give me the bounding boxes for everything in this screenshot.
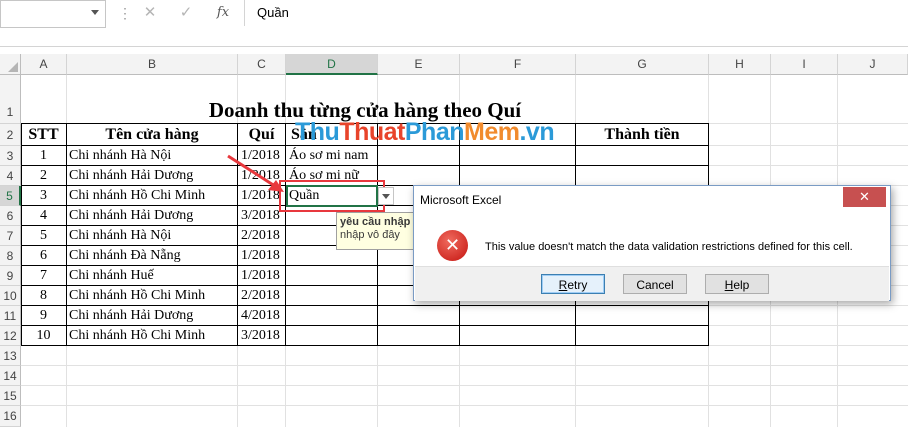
watermark-part: Thu: [295, 118, 340, 146]
dialog-body: ✕ This value doesn't match the data vali…: [415, 216, 889, 266]
cell-stt: 4: [40, 208, 47, 223]
header-total: Thành tiền: [604, 126, 680, 143]
watermark-logo: ThuThuatPhanMem.vn: [295, 118, 555, 147]
row-header-14[interactable]: 14: [0, 366, 21, 386]
cell-store: Chi nhánh Hải Dương: [69, 168, 194, 183]
column-header-i[interactable]: I: [771, 54, 838, 75]
watermark-part: Mem: [464, 118, 520, 146]
highlight-box: [279, 180, 385, 212]
name-box[interactable]: [0, 0, 106, 28]
formula-input[interactable]: Quần: [244, 0, 908, 26]
dropdown-arrow-icon[interactable]: [378, 187, 394, 205]
cell-quarter: 3/2018: [241, 328, 280, 343]
input-message-tooltip: yêu cầu nhập nhập vô đây: [336, 212, 416, 250]
cell-stt: 1: [40, 148, 47, 163]
cell-store: Chi nhánh Hải Dương: [69, 208, 194, 223]
row-header-11[interactable]: 11: [0, 306, 21, 326]
row-header-9[interactable]: 9: [0, 266, 21, 286]
cell-stt: 8: [40, 288, 47, 303]
row-header-7[interactable]: 7: [0, 226, 21, 246]
confirm-entry-icon[interactable]: ✓: [174, 4, 198, 22]
cell-store: Chi nhánh Hà Nội: [69, 148, 172, 163]
cancel-entry-icon[interactable]: ✕: [138, 4, 162, 22]
error-icon: ✕: [437, 230, 468, 261]
insert-function-icon[interactable]: fx: [211, 4, 235, 22]
cell-stt: 2: [40, 168, 47, 183]
formula-bar: ⋮ ✕ ✓ fx Quần: [0, 0, 908, 47]
row-header-5[interactable]: 5: [0, 186, 21, 206]
row-header-16[interactable]: 16: [0, 406, 21, 427]
cancel-button[interactable]: Cancel: [623, 274, 687, 294]
dialog-title: Microsoft Excel: [420, 193, 502, 207]
column-header-b[interactable]: B: [67, 54, 238, 75]
column-header-j[interactable]: J: [838, 54, 908, 75]
cell-quarter: 1/2018: [241, 268, 280, 283]
cell-store: Chi nhánh Hải Dương: [69, 308, 194, 323]
cell-store: Chi nhánh Huế: [69, 268, 154, 283]
cell-store: Chi nhánh Đà Nẵng: [69, 248, 181, 263]
chevron-down-icon[interactable]: [91, 10, 99, 15]
watermark-part: Phan: [404, 118, 465, 146]
cell-quarter: 3/2018: [241, 208, 280, 223]
close-icon[interactable]: ✕: [843, 187, 886, 207]
row-header-2[interactable]: 2: [0, 124, 21, 146]
help-label: elp: [733, 278, 750, 292]
column-header-d[interactable]: D: [286, 54, 378, 75]
more-options-icon[interactable]: ⋮: [118, 6, 132, 22]
header-stt: STT: [28, 126, 59, 143]
cell-stt: 6: [40, 248, 47, 263]
header-store-name: Tên cửa hàng: [105, 126, 199, 143]
tooltip-title: yêu cầu nhập: [340, 216, 411, 228]
column-header-e[interactable]: E: [378, 54, 460, 75]
cell-product: Áo sơ mi nam: [289, 148, 369, 163]
column-header-c[interactable]: C: [238, 54, 286, 75]
row-header-13[interactable]: 13: [0, 346, 21, 366]
dialog-message: This value doesn't match the data valida…: [485, 241, 853, 253]
cell-quarter: 1/2018: [241, 248, 280, 263]
error-dialog: Microsoft Excel ✕ ✕ This value doesn't m…: [413, 185, 891, 301]
column-header-a[interactable]: A: [21, 54, 67, 75]
cell-stt: 7: [40, 268, 47, 283]
row-header-6[interactable]: 6: [0, 206, 21, 226]
cell-quarter: 2/2018: [241, 288, 280, 303]
column-header-f[interactable]: F: [460, 54, 576, 75]
select-all-button[interactable]: [0, 54, 21, 75]
cell-stt: 5: [40, 228, 47, 243]
cell-store: Chi nhánh Hồ Chi Minh: [69, 288, 206, 303]
column-header-h[interactable]: H: [709, 54, 771, 75]
cell-stt: 3: [40, 188, 47, 203]
retry-label: etry: [567, 278, 588, 292]
row-header-15[interactable]: 15: [0, 386, 21, 406]
select-all-triangle-icon: [8, 62, 18, 72]
cell-store: Chi nhánh Hồ Chi Minh: [69, 328, 206, 343]
row-header-1[interactable]: 1: [0, 75, 21, 124]
header-quarter: Quí: [248, 126, 275, 143]
cell-store: Chi nhánh Hồ Chi Minh: [69, 188, 206, 203]
row-header-12[interactable]: 12: [0, 326, 21, 346]
cell-stt: 10: [36, 328, 51, 343]
cell-stt: 9: [40, 308, 47, 323]
row-header-4[interactable]: 4: [0, 166, 21, 186]
cell-quarter: 4/2018: [241, 308, 280, 323]
tooltip-body: nhập vô đây: [340, 229, 400, 241]
row-header-8[interactable]: 8: [0, 246, 21, 266]
watermark-part: .vn: [519, 118, 555, 146]
cell-store: Chi nhánh Hà Nội: [69, 228, 172, 243]
watermark-part: Thuat: [339, 118, 405, 146]
help-button[interactable]: Help: [705, 274, 769, 294]
column-header-g[interactable]: G: [576, 54, 709, 75]
retry-button[interactable]: Retry: [541, 274, 605, 294]
row-header-10[interactable]: 10: [0, 286, 21, 306]
row-header-3[interactable]: 3: [0, 146, 21, 166]
cell-quarter: 2/2018: [241, 228, 280, 243]
dialog-footer: Retry Cancel Help: [415, 266, 889, 301]
